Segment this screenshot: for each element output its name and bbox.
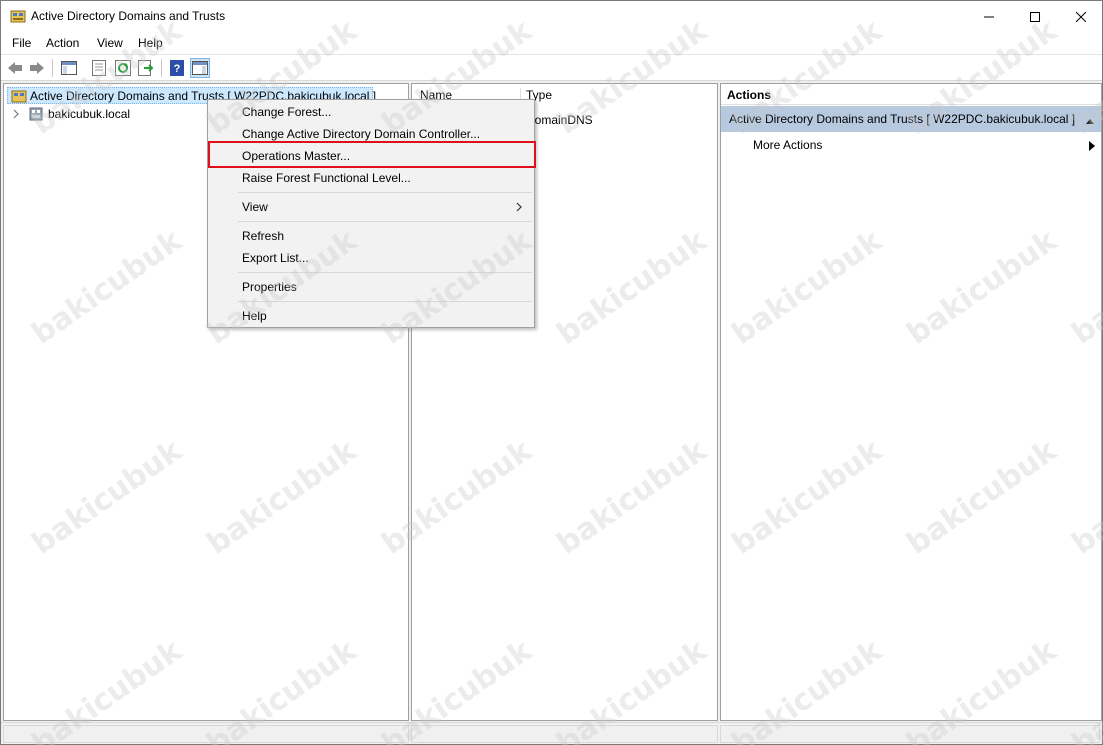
ctx-change-forest[interactable]: Change Forest...	[210, 101, 532, 123]
ctx-item-label: Change Active Directory Domain Controlle…	[242, 127, 481, 141]
ctx-item-label: Change Forest...	[242, 105, 332, 119]
submenu-arrow-icon	[1089, 140, 1095, 154]
toolbar: ?	[1, 54, 1102, 81]
back-arrow-icon[interactable]	[5, 58, 25, 78]
ctx-item-label: Properties	[242, 280, 297, 294]
show-hide-console-tree-icon[interactable]	[59, 58, 79, 78]
ctx-export-list[interactable]: Export List...	[210, 247, 532, 269]
more-actions-label: More Actions	[753, 138, 823, 152]
status-cell	[720, 725, 1100, 743]
ad-domains-trusts-icon	[11, 88, 27, 107]
tree-node-domain-label: bakicubuk.local	[48, 107, 131, 121]
ctx-item-label: Refresh	[242, 229, 285, 243]
ctx-separator	[238, 221, 532, 222]
toolbar-separator	[52, 59, 53, 77]
mmc-window: Active Directory Domains and Trusts File…	[0, 0, 1103, 745]
status-bar	[1, 722, 1102, 744]
ctx-item-label: Export List...	[242, 251, 309, 265]
chevron-right-icon	[516, 201, 522, 215]
show-hide-action-pane-icon[interactable]	[190, 58, 210, 78]
actions-section-header[interactable]: Active Directory Domains and Trusts [ W2…	[721, 106, 1101, 132]
chevron-right-icon[interactable]	[12, 108, 20, 123]
ctx-help[interactable]: Help	[210, 305, 532, 327]
menu-help[interactable]: Help	[138, 36, 163, 50]
toolbar-separator	[161, 59, 162, 77]
status-cell	[3, 725, 409, 743]
ctx-item-label: Raise Forest Functional Level...	[242, 171, 411, 185]
domain-icon	[28, 106, 44, 125]
ctx-view[interactable]: View	[210, 196, 532, 218]
export-list-icon[interactable]	[136, 58, 156, 78]
svg-text:?: ?	[174, 63, 181, 75]
actions-pane: Actions Active Directory Domains and Tru…	[720, 83, 1102, 721]
ctx-separator	[238, 272, 532, 273]
title-bar: Active Directory Domains and Trusts	[1, 1, 1102, 32]
properties-icon[interactable]	[89, 58, 109, 78]
help-icon[interactable]: ?	[167, 58, 187, 78]
forward-arrow-icon[interactable]	[27, 58, 47, 78]
actions-header: Actions	[721, 84, 1101, 105]
actions-title: Actions	[727, 88, 772, 102]
result-row-type[interactable]: DomainDNS	[526, 113, 593, 127]
collapse-up-icon[interactable]	[1085, 114, 1095, 128]
actions-section-title: Active Directory Domains and Trusts [ W2…	[729, 112, 1076, 126]
status-cell	[411, 725, 718, 743]
maximize-button[interactable]	[1012, 1, 1058, 32]
ctx-separator	[238, 192, 532, 193]
window-title: Active Directory Domains and Trusts	[31, 9, 226, 23]
ctx-item-label: View	[242, 200, 268, 214]
minimize-button[interactable]	[966, 1, 1012, 32]
annotation-highlight-box	[208, 141, 536, 168]
menu-action[interactable]: Action	[46, 36, 79, 50]
refresh-icon[interactable]	[113, 58, 133, 78]
ctx-separator	[238, 301, 532, 302]
ad-domains-trusts-app-icon	[10, 8, 26, 24]
close-button[interactable]	[1058, 1, 1103, 32]
ctx-raise-forest-level[interactable]: Raise Forest Functional Level...	[210, 167, 532, 189]
tree-node-domain[interactable]: bakicubuk.local	[10, 106, 210, 123]
menu-file[interactable]: File	[12, 36, 31, 50]
ctx-item-label: Help	[242, 309, 267, 323]
context-menu: Change Forest... Change Active Directory…	[207, 99, 535, 328]
ctx-refresh[interactable]: Refresh	[210, 225, 532, 247]
menu-view[interactable]: View	[97, 36, 123, 50]
ctx-properties[interactable]: Properties	[210, 276, 532, 298]
more-actions-item[interactable]: More Actions	[721, 134, 1101, 156]
menu-bar: File Action View Help	[1, 32, 1102, 54]
